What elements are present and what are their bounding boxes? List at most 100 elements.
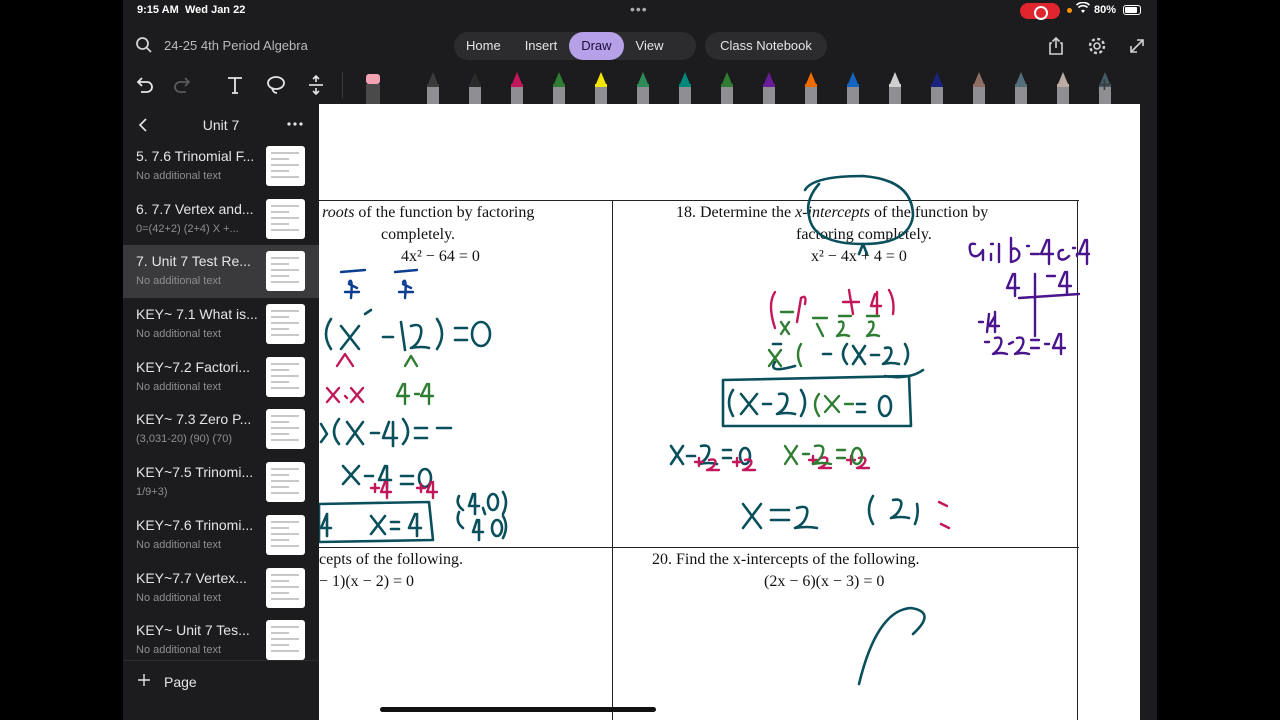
table-border-middle bbox=[319, 547, 1079, 548]
page-list-item[interactable]: KEY~ 7.1 What is... No additional text bbox=[123, 298, 319, 351]
pen-tool-icon[interactable] bbox=[800, 70, 822, 104]
page-title: 5. 7.6 Trinomial F... bbox=[136, 148, 255, 164]
search-icon[interactable] bbox=[135, 36, 153, 54]
q17-equation: 4x² − 64 = 0 bbox=[401, 248, 480, 265]
page-title: 6. 7.7 Vertex and... bbox=[136, 200, 254, 217]
page-title: KEY~ Unit 7 Tes... bbox=[136, 622, 250, 639]
pen-tool-icon[interactable] bbox=[464, 70, 486, 104]
table-border-top bbox=[319, 200, 1079, 201]
class-notebook-button[interactable]: Class Notebook bbox=[705, 32, 827, 60]
home-indicator[interactable] bbox=[380, 707, 656, 712]
share-icon[interactable] bbox=[1046, 36, 1066, 56]
wifi-icon bbox=[1075, 1, 1091, 17]
gear-icon[interactable] bbox=[1087, 36, 1107, 56]
pen-tool-icon[interactable] bbox=[968, 70, 990, 104]
page-thumbnail bbox=[266, 251, 305, 292]
pen-tool-icon[interactable] bbox=[926, 70, 948, 104]
pen-tool-icon[interactable] bbox=[422, 70, 444, 104]
battery-percent: 80% bbox=[1094, 4, 1117, 16]
pen-tool-icon[interactable] bbox=[548, 70, 570, 104]
page-preview-text: No additional text bbox=[136, 644, 221, 657]
page-thumbnail bbox=[266, 146, 305, 186]
ipad-screen: 9:15 AM Wed Jan 22 ••• 80% 24-25 4th Per… bbox=[123, 0, 1157, 720]
tab-home[interactable]: Home bbox=[454, 32, 513, 60]
page-thumbnail bbox=[266, 356, 305, 397]
page-thumbnail bbox=[266, 514, 305, 555]
page-preview-text: No additional text bbox=[136, 275, 221, 288]
tab-view[interactable]: View bbox=[624, 32, 676, 60]
battery-icon bbox=[1123, 5, 1141, 15]
section-header: Unit 7 bbox=[123, 112, 319, 138]
add-pen-icon[interactable]: + bbox=[1098, 72, 1111, 98]
page-thumbnail bbox=[266, 304, 305, 345]
q17-prompt-line1: e roots of the function by factoring bbox=[322, 204, 535, 221]
tab-draw[interactable]: Draw bbox=[569, 32, 624, 60]
note-canvas[interactable]: e roots of the function by factoring com… bbox=[319, 104, 1140, 720]
tab-insert[interactable]: Insert bbox=[513, 32, 570, 60]
page-title: 7. Unit 7 Test Re... bbox=[136, 253, 251, 270]
ribbon-tabs: Home Insert Draw View bbox=[454, 32, 696, 60]
more-options-icon[interactable] bbox=[286, 115, 304, 133]
page-list-item[interactable]: 7. Unit 7 Test Re... No additional text bbox=[123, 245, 319, 299]
pen-tool-icon[interactable] bbox=[506, 70, 528, 104]
pen-tool-icon[interactable] bbox=[716, 70, 738, 104]
page-title: KEY~7.6 Trinomi... bbox=[136, 516, 254, 533]
q19-prompt: cepts of the following. bbox=[319, 551, 463, 568]
q19-equation: − 1)(x − 2) = 0 bbox=[319, 573, 415, 590]
q20-equation: (2x − 6)(x − 3) = 0 bbox=[764, 573, 885, 590]
page-preview-text: (3,031-20) (90) (70) bbox=[136, 433, 232, 446]
pen-tool-icon[interactable] bbox=[632, 70, 654, 104]
pen-tool-icon[interactable] bbox=[884, 70, 906, 104]
redo-icon[interactable] bbox=[172, 74, 194, 96]
page-title: KEY~7.7 Vertex... bbox=[136, 569, 247, 586]
plus-icon bbox=[138, 674, 150, 686]
lasso-icon[interactable] bbox=[265, 74, 287, 96]
table-border-center bbox=[612, 200, 613, 720]
pen-tool-icon[interactable] bbox=[1052, 70, 1074, 104]
page-thumbnail bbox=[266, 409, 305, 450]
expand-icon[interactable] bbox=[1127, 36, 1147, 56]
text-tool-icon[interactable] bbox=[224, 74, 246, 96]
worksheet-page: e roots of the function by factoring com… bbox=[319, 200, 1079, 720]
pen-tool-icon[interactable] bbox=[590, 70, 612, 104]
page-list-item[interactable]: KEY~7.5 Trinomi... 1/9+3) bbox=[123, 456, 319, 509]
page-list: 5. 7.6 Trinomial F... No additional text 6… bbox=[123, 140, 319, 667]
page-list-item[interactable]: 5. 7.6 Trinomial F... No additional text bbox=[123, 140, 319, 193]
page-list-item[interactable]: KEY~7.6 Trinomi... No additional text bbox=[123, 509, 319, 562]
add-page-button[interactable]: Page bbox=[123, 660, 319, 700]
q18-prompt-line1: 18. Determine the x-intercepts of the fu… bbox=[676, 204, 989, 221]
page-list-item[interactable]: KEY~7.7 Vertex... No additional text bbox=[123, 562, 319, 615]
notebook-title[interactable]: 24-25 4th Period Algebra bbox=[164, 38, 308, 53]
page-thumbnail bbox=[266, 198, 305, 239]
page-preview-text: No additional text bbox=[136, 380, 221, 393]
pen-tool-icon[interactable] bbox=[1010, 70, 1032, 104]
screen-recording-icon[interactable] bbox=[1020, 3, 1060, 20]
page-preview-text: 1/9+3) bbox=[136, 486, 168, 499]
q18-prompt-line2: factoring completely. bbox=[796, 226, 932, 243]
multitasking-dots-icon[interactable]: ••• bbox=[630, 1, 648, 17]
q18-equation: x² − 4x + 4 = 0 bbox=[811, 248, 907, 265]
status-date: Wed Jan 22 bbox=[185, 4, 246, 16]
page-list-item[interactable]: 6. 7.7 Vertex and... 0=(42+2) (2+4) X +..… bbox=[123, 193, 319, 246]
page-preview-text: No additional text bbox=[136, 538, 221, 551]
table-border-right bbox=[1077, 200, 1078, 720]
pen-tool-icon[interactable] bbox=[758, 70, 780, 104]
insert-space-icon[interactable] bbox=[305, 74, 327, 96]
page-preview-text: 0=(42+2) (2+4) X +... bbox=[136, 222, 239, 235]
page-title: KEY~7.2 Factori... bbox=[136, 358, 250, 375]
eraser-icon[interactable] bbox=[362, 70, 384, 104]
page-title: KEY~7.5 Trinomi... bbox=[136, 464, 254, 481]
undo-icon[interactable] bbox=[133, 74, 155, 96]
page-list-item[interactable]: KEY~ Unit 7 Tes... No additional text bbox=[123, 614, 319, 667]
page-list-item[interactable]: KEY~ 7.3 Zero P... (3,031-20) (90) (70) bbox=[123, 403, 319, 456]
mic-indicator-icon bbox=[1067, 8, 1072, 13]
page-list-sidebar: Unit 7 5. 7.6 Trinomial F... No additiona… bbox=[123, 104, 319, 720]
toolbar-divider bbox=[342, 72, 343, 98]
page-list-item[interactable]: KEY~7.2 Factori... No additional text bbox=[123, 351, 319, 404]
q20-prompt: 20. Find the x-intercepts of the followi… bbox=[652, 551, 920, 568]
status-time: 9:15 AM bbox=[137, 4, 179, 16]
pen-tool-icon[interactable] bbox=[674, 70, 696, 104]
pen-tool-icon[interactable] bbox=[842, 70, 864, 104]
page-preview-text: No additional text bbox=[136, 591, 221, 604]
q17-prompt-line2: completely. bbox=[381, 226, 456, 243]
